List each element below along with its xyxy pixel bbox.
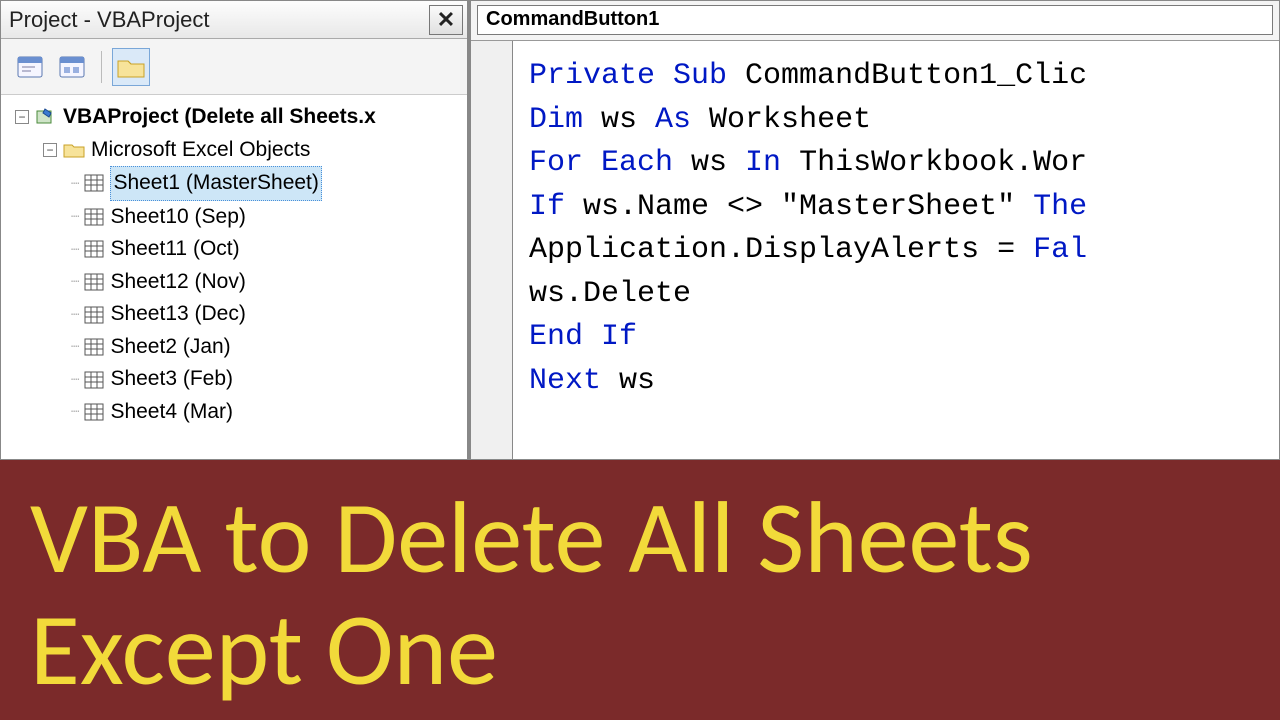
banner-line-1: VBA to Delete All Sheets	[30, 482, 1250, 594]
close-icon: ✕	[437, 7, 455, 33]
tree-sheet-item[interactable]: ┈ Sheet10 (Sep)	[5, 201, 463, 234]
tree-sheet-item[interactable]: ┈ Sheet11 (Oct)	[5, 233, 463, 266]
worksheet-icon	[84, 208, 104, 226]
tree-sheet-label: Sheet3 (Feb)	[110, 363, 233, 396]
tree-connector: ┈	[71, 304, 78, 326]
code-gutter	[471, 41, 513, 459]
code-area: Private Sub CommandButton1_ClicDim ws As…	[471, 41, 1279, 459]
tree-root[interactable]: − VBAProject (Delete all Sheets.x	[5, 101, 463, 134]
tree-sheet-label: Sheet10 (Sep)	[110, 201, 245, 234]
tree-folder-label: Microsoft Excel Objects	[91, 134, 310, 167]
tree-sheet-label: Sheet4 (Mar)	[110, 396, 233, 429]
tree-connector: ┈	[71, 271, 78, 293]
worksheet-icon	[84, 273, 104, 291]
object-dropdown-value: CommandButton1	[486, 8, 659, 30]
object-dropdown-row: CommandButton1	[471, 1, 1279, 41]
project-toolbar	[1, 39, 467, 95]
object-dropdown[interactable]: CommandButton1	[477, 5, 1273, 35]
tree-sheet-label: Sheet13 (Dec)	[110, 298, 245, 331]
tree-connector: ┈	[71, 239, 78, 261]
folder-icon	[116, 55, 146, 79]
project-explorer-panel: Project - VBAProject ✕	[0, 0, 468, 460]
tree-sheet-item[interactable]: ┈ Sheet2 (Jan)	[5, 331, 463, 364]
tree-connector: ┈	[71, 336, 78, 358]
code-text[interactable]: Private Sub CommandButton1_ClicDim ws As…	[513, 41, 1279, 459]
tree-connector: ┈	[71, 173, 78, 195]
tree-sheet-item[interactable]: ┈ Sheet3 (Feb)	[5, 363, 463, 396]
worksheet-icon	[84, 403, 104, 421]
tree-connector: ┈	[71, 206, 78, 228]
toggle-folders-button[interactable]	[112, 48, 150, 86]
tree-sheet-label: Sheet12 (Nov)	[110, 266, 245, 299]
worksheet-icon	[84, 240, 104, 258]
tree-folder[interactable]: − Microsoft Excel Objects	[5, 134, 463, 167]
title-banner: VBA to Delete All Sheets Except One	[0, 460, 1280, 720]
code-panel: CommandButton1 Private Sub CommandButton…	[468, 0, 1280, 460]
view-code-icon	[17, 56, 43, 78]
tree-sheet-item[interactable]: ┈ Sheet13 (Dec)	[5, 298, 463, 331]
tree-sheet-item[interactable]: ┈ Sheet12 (Nov)	[5, 266, 463, 299]
tree-connector: ┈	[71, 401, 78, 423]
collapse-icon[interactable]: −	[15, 110, 29, 124]
tree-connector: ┈	[71, 369, 78, 391]
toolbar-separator	[101, 51, 102, 83]
tree-sheet-label: Sheet2 (Jan)	[110, 331, 230, 364]
view-code-button[interactable]	[11, 48, 49, 86]
worksheet-icon	[84, 306, 104, 324]
tree-sheet-label: Sheet11 (Oct)	[110, 233, 239, 266]
view-object-button[interactable]	[53, 48, 91, 86]
project-tree[interactable]: − VBAProject (Delete all Sheets.x − Micr…	[1, 95, 467, 459]
view-object-icon	[59, 56, 85, 78]
tree-sheet-label: Sheet1 (MasterSheet)	[110, 166, 321, 201]
banner-line-2: Except One	[30, 594, 1250, 706]
project-panel-titlebar: Project - VBAProject ✕	[1, 1, 467, 39]
tree-root-label: VBAProject (Delete all Sheets.x	[63, 101, 376, 134]
vba-project-icon	[35, 107, 57, 127]
project-panel-title: Project - VBAProject	[9, 7, 210, 33]
worksheet-icon	[84, 174, 104, 192]
worksheet-icon	[84, 371, 104, 389]
worksheet-icon	[84, 338, 104, 356]
folder-open-icon	[63, 141, 85, 159]
close-button[interactable]: ✕	[429, 5, 463, 35]
collapse-icon[interactable]: −	[43, 143, 57, 157]
tree-sheet-item[interactable]: ┈ Sheet4 (Mar)	[5, 396, 463, 429]
tree-sheet-item[interactable]: ┈ Sheet1 (MasterSheet)	[5, 166, 463, 201]
